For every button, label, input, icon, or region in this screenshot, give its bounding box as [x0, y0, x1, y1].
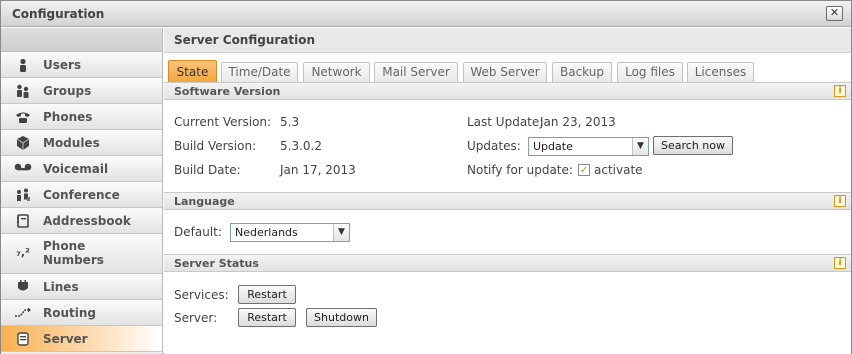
language-select-value: Nederlands: [235, 226, 298, 239]
section-software-version: Software Version i: [164, 82, 851, 100]
sidebar-item-routing[interactable]: Routing: [1, 300, 162, 326]
build-date-value: Jan 17, 2013: [280, 163, 356, 177]
server-shutdown-button[interactable]: Shutdown: [306, 308, 377, 327]
tab-time-date[interactable]: Time/Date: [221, 62, 298, 82]
user-icon: [14, 58, 32, 72]
phone-icon: [14, 110, 32, 124]
default-language-label: Default:: [174, 225, 222, 239]
sidebar-item-groups[interactable]: Groups: [1, 78, 162, 104]
tab-mail-server[interactable]: Mail Server: [374, 62, 458, 82]
tab-log-files[interactable]: Log files: [617, 62, 683, 82]
tab-state[interactable]: State: [168, 60, 217, 83]
main-panel: Server Configuration State Time/Date Net…: [164, 28, 851, 354]
tab-web-server[interactable]: Web Server: [463, 62, 547, 82]
sidebar-item-addressbook[interactable]: Addressbook: [1, 208, 162, 234]
main-header: Server Configuration: [164, 28, 851, 53]
info-icon[interactable]: i: [834, 195, 846, 207]
current-version-value: 5.3: [280, 115, 300, 129]
sidebar-item-phone-numbers[interactable]: ₇,² Phone Numbers: [1, 234, 162, 274]
module-icon: [14, 136, 32, 150]
sidebar-item-server[interactable]: Server: [1, 326, 162, 352]
updates-label: Updates:: [467, 139, 521, 153]
build-version-value: 5.3.0.2: [280, 139, 322, 153]
addressbook-icon: [14, 214, 32, 228]
info-icon[interactable]: i: [834, 85, 846, 97]
updates-select[interactable]: Update ▼: [528, 137, 649, 156]
window-title: Configuration: [12, 7, 105, 21]
info-icon[interactable]: i: [834, 257, 846, 269]
sidebar-item-label: Addressbook: [43, 214, 131, 228]
last-update-value: Jan 23, 2013: [540, 115, 616, 129]
section-title: Server Status: [174, 257, 259, 270]
server-label: Server:: [174, 311, 218, 325]
tab-bar: State Time/Date Network Mail Server Web …: [164, 59, 851, 83]
sidebar-item-label: Users: [43, 58, 82, 72]
chevron-down-icon: ▼: [632, 138, 648, 155]
language-select[interactable]: Nederlands ▼: [230, 223, 350, 242]
sidebar-item-label: Phone Numbers: [43, 239, 104, 267]
sidebar-item-phones[interactable]: Phones: [1, 104, 162, 130]
services-label: Services:: [174, 288, 229, 302]
sidebar-item-label: Modules: [43, 136, 100, 150]
sidebar-item-label: Phones: [43, 110, 93, 124]
conference-icon: [14, 188, 32, 202]
sidebar-item-label: Voicemail: [43, 162, 109, 176]
sidebar-header: [1, 28, 162, 52]
lines-icon: [14, 280, 32, 294]
sidebar: Users Groups Phones Modules Voicemail Co…: [1, 28, 163, 354]
activate-label: activate: [594, 163, 643, 177]
close-button[interactable]: ✕: [826, 6, 843, 21]
configuration-window: Configuration ✕ Users Groups Phones Modu…: [0, 0, 852, 354]
build-date-label: Build Date:: [174, 163, 241, 177]
search-now-button[interactable]: Search now: [653, 136, 733, 155]
server-icon: [14, 332, 32, 346]
title-bar: Configuration ✕: [1, 1, 851, 27]
section-title: Software Version: [174, 85, 281, 98]
activate-checkbox[interactable]: ✓: [578, 164, 590, 176]
services-restart-button[interactable]: Restart: [238, 285, 296, 304]
tab-network[interactable]: Network: [303, 62, 370, 82]
server-restart-button[interactable]: Restart: [238, 308, 296, 327]
voicemail-icon: [14, 162, 32, 176]
sidebar-item-label: Server: [43, 332, 88, 346]
sidebar-item-modules[interactable]: Modules: [1, 130, 162, 156]
close-icon: ✕: [829, 6, 840, 19]
updates-select-value: Update: [533, 140, 573, 153]
phone-numbers-icon: ₇,²: [16, 246, 30, 259]
sidebar-item-lines[interactable]: Lines: [1, 274, 162, 300]
group-icon: [14, 84, 32, 98]
page-title: Server Configuration: [174, 33, 316, 47]
sidebar-item-label: Lines: [43, 280, 79, 294]
routing-icon: [14, 306, 32, 320]
sidebar-item-voicemail[interactable]: Voicemail: [1, 156, 162, 182]
section-language: Language i: [164, 192, 851, 210]
section-title: Language: [174, 195, 235, 208]
notify-label: Notify for update:: [467, 163, 573, 177]
sidebar-item-users[interactable]: Users: [1, 52, 162, 78]
sidebar-item-label: Groups: [43, 84, 92, 98]
sidebar-item-conference[interactable]: Conference: [1, 182, 162, 208]
sidebar-item-label: Conference: [43, 188, 120, 202]
sidebar-item-label: Routing: [43, 306, 97, 320]
tab-licenses[interactable]: Licenses: [687, 62, 754, 82]
chevron-down-icon: ▼: [333, 224, 349, 241]
last-update-label: Last Update:: [467, 115, 544, 129]
section-server-status: Server Status i: [164, 254, 851, 272]
build-version-label: Build Version:: [174, 139, 257, 153]
current-version-label: Current Version:: [174, 115, 272, 129]
tab-backup[interactable]: Backup: [552, 62, 612, 82]
